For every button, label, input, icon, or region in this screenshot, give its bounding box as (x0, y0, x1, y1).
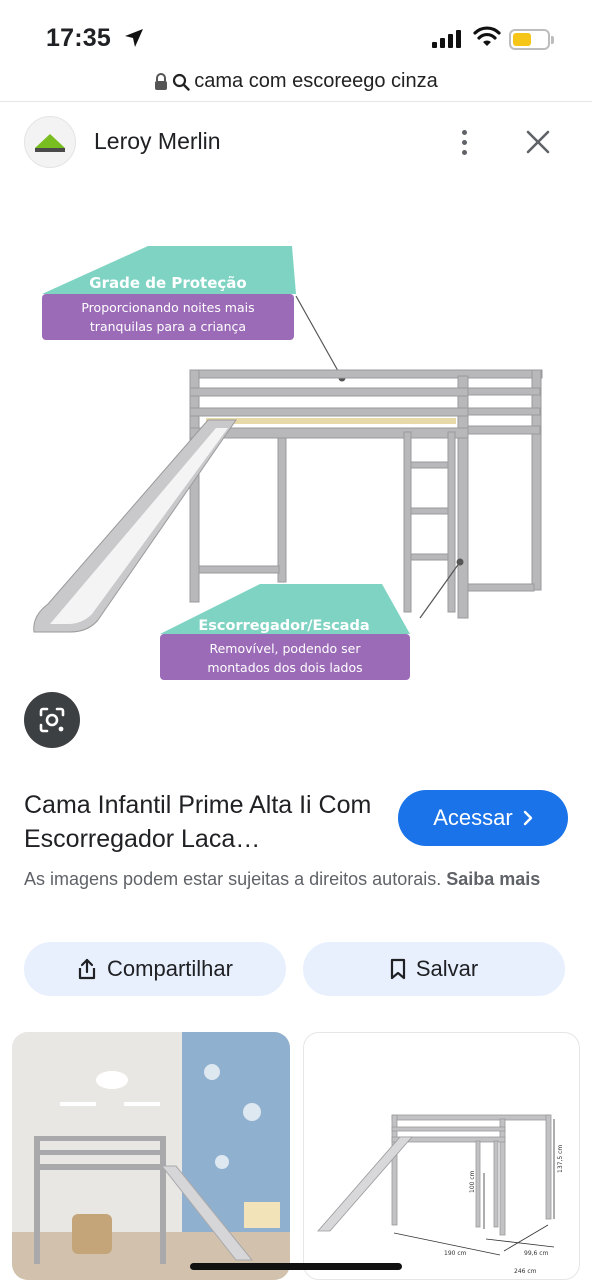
dim-height-1-label: 100 cm (469, 1170, 476, 1193)
copyright-notice: As imagens podem estar sujeitas a direit… (24, 866, 572, 893)
callout-top-text-2: tranquilas para a criança (90, 319, 246, 334)
dim-length-label: 246 cm (514, 1268, 537, 1275)
save-button-label: Salvar (415, 956, 479, 981)
learn-more-link[interactable]: Saiba mais (446, 869, 540, 889)
callout-top-text-1: Proporcionando noites mais (81, 300, 254, 315)
url-bar-query: cama com escoreego cinza (194, 70, 438, 92)
access-button-label: Acessar (433, 805, 513, 830)
dim-height-2-label: 137,5 cm (557, 1145, 564, 1173)
battery-icon (509, 29, 554, 50)
search-icon (173, 73, 190, 91)
location-arrow-icon (125, 29, 143, 47)
lens-search-button[interactable] (24, 692, 80, 748)
bookmark-icon (390, 958, 405, 980)
dim-width-label: 190 cm (444, 1250, 467, 1257)
cellular-signal-icon (432, 30, 461, 48)
callout-bottom-title: Escorregador/Escada (198, 618, 369, 634)
chevron-right-icon (523, 810, 532, 826)
status-time: 17:35 (46, 24, 111, 52)
lock-icon (155, 72, 168, 90)
share-button-label: Compartilhar (107, 956, 233, 981)
product-image[interactable]: Grade de Proteção Proporcionando noites … (20, 222, 580, 692)
loft-bed-illustration: Grade de Proteção Proporcionando noites … (33, 246, 543, 680)
save-button[interactable]: Salvar (303, 942, 565, 996)
callout-bottom-text-1: Removível, podendo ser (209, 641, 361, 656)
url-bar[interactable]: cama com escoreego cinza (0, 62, 592, 102)
related-image-2[interactable]: 190 cm 99,6 cm 246 cm 100 cm 137,5 cm (303, 1032, 580, 1280)
share-icon (78, 958, 96, 980)
wifi-icon (473, 26, 501, 46)
related-image-1[interactable] (12, 1032, 290, 1280)
copyright-text: As imagens podem estar sujeitas a direit… (24, 869, 442, 889)
result-title[interactable]: Cama Infantil Prime Alta Ii Com Escorreg… (24, 788, 384, 856)
more-options-button[interactable] (452, 124, 476, 160)
lens-icon (39, 707, 65, 733)
callout-bottom-text-2: montados dos dois lados (207, 660, 362, 675)
share-button[interactable]: Compartilhar (24, 942, 286, 996)
home-indicator[interactable] (190, 1263, 402, 1270)
dimension-diagram: 190 cm 99,6 cm 246 cm 100 cm 137,5 cm (317, 1114, 564, 1275)
source-header: Leroy Merlin (0, 102, 592, 182)
access-button[interactable]: Acessar (398, 790, 568, 846)
status-bar: 17:35 (0, 0, 592, 62)
dim-depth-label: 99,6 cm (524, 1250, 549, 1257)
bedroom-photo (12, 1032, 290, 1280)
site-logo[interactable] (24, 116, 76, 168)
site-name[interactable]: Leroy Merlin (94, 128, 221, 155)
leroy-merlin-logo-icon (35, 134, 65, 152)
close-icon[interactable] (522, 126, 554, 158)
callout-top-title: Grade de Proteção (89, 274, 246, 292)
